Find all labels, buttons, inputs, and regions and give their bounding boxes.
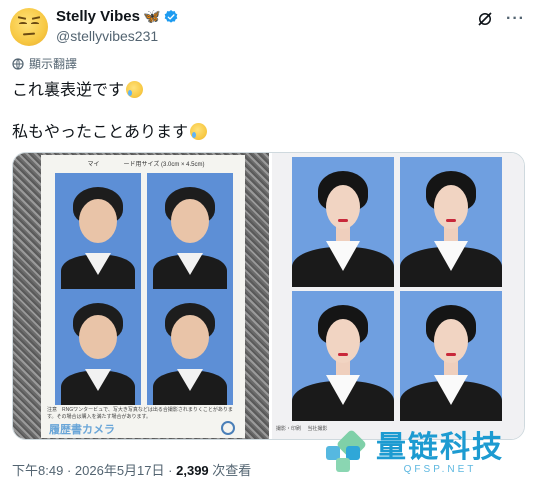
id-photo bbox=[147, 289, 233, 405]
post-header: Stelly Vibes 🦋 @stellyvibes231 ··· bbox=[10, 6, 527, 48]
avatar-brow bbox=[17, 16, 27, 20]
watermark-text: 量链科技 QFSP.NET bbox=[376, 430, 504, 475]
translate-label: 顯示翻譯 bbox=[29, 57, 78, 71]
meta-separator: · bbox=[168, 463, 173, 478]
globe-icon bbox=[12, 57, 24, 70]
id-photo bbox=[400, 157, 502, 287]
post-text-line: 私もやったことあります bbox=[12, 118, 208, 142]
post-time[interactable]: 下午8:49 bbox=[12, 463, 63, 478]
post-text-line: これ裏表逆です bbox=[12, 76, 144, 100]
stamp-icon bbox=[221, 421, 235, 435]
id-photo bbox=[400, 291, 502, 421]
post-actions: ··· bbox=[476, 10, 525, 28]
id-photo-sheet: マイ ード用サイズ (3.0cm × 4.5cm) 注意 RNGワンタービュで、… bbox=[41, 155, 245, 438]
watermark-domain: QFSP.NET bbox=[403, 463, 477, 475]
id-photo bbox=[55, 289, 141, 405]
tearful-smile-emoji-icon bbox=[126, 81, 144, 98]
id-photo bbox=[292, 157, 394, 287]
tearful-smile-emoji-icon bbox=[190, 123, 208, 140]
avatar[interactable] bbox=[10, 8, 48, 46]
sheet-title: マイ ード用サイズ (3.0cm × 4.5cm) bbox=[87, 162, 205, 168]
avatar-eye bbox=[19, 22, 27, 25]
view-label: 次查看 bbox=[212, 463, 252, 478]
id-photo bbox=[55, 173, 141, 289]
view-count: 2,399 bbox=[176, 463, 209, 478]
author-display-name[interactable]: Stelly Vibes bbox=[56, 8, 140, 25]
more-options-icon[interactable]: ··· bbox=[506, 10, 525, 28]
post-media[interactable]: マイ ード用サイズ (3.0cm × 4.5cm) 注意 RNGワンタービュで、… bbox=[12, 152, 525, 440]
post-text: 私もやったことあります bbox=[12, 124, 189, 141]
watermark-name: 量链科技 bbox=[376, 430, 504, 464]
butterfly-icon: 🦋 bbox=[142, 8, 161, 24]
id-photo bbox=[147, 173, 233, 289]
avatar-mouth bbox=[22, 32, 36, 36]
avatar-eye bbox=[31, 22, 39, 25]
id-photo bbox=[292, 291, 394, 421]
translate-link[interactable]: 顯示翻譯 bbox=[12, 55, 77, 72]
media-image-right[interactable]: 撮影・印刷 当社撮影 bbox=[272, 153, 524, 439]
verified-badge-icon bbox=[165, 9, 178, 23]
grok-icon[interactable] bbox=[476, 10, 494, 28]
avatar-brow bbox=[31, 16, 41, 20]
post-meta: 下午8:49 · 2026年5月17日 · 2,399 次查看 bbox=[12, 460, 251, 479]
sheet-footnote: 注意 RNGワンタービュで、写大き写真などは出る合撮影されまりくことがあります。… bbox=[47, 407, 233, 420]
watermark-logo-icon bbox=[326, 430, 366, 472]
media-image-left[interactable]: マイ ード用サイズ (3.0cm × 4.5cm) 注意 RNGワンタービュで、… bbox=[13, 153, 269, 439]
watermark: 量链科技 QFSP.NET bbox=[318, 428, 504, 478]
post-text: これ裏表逆です bbox=[12, 82, 125, 99]
author-handle[interactable]: @stellyvibes231 bbox=[56, 28, 158, 44]
sheet-brand: 履歴書カメラ bbox=[49, 424, 115, 436]
meta-separator: · bbox=[66, 463, 72, 478]
author-name-row: Stelly Vibes 🦋 bbox=[56, 8, 179, 25]
post-date[interactable]: 2026年5月17日 bbox=[75, 463, 165, 478]
